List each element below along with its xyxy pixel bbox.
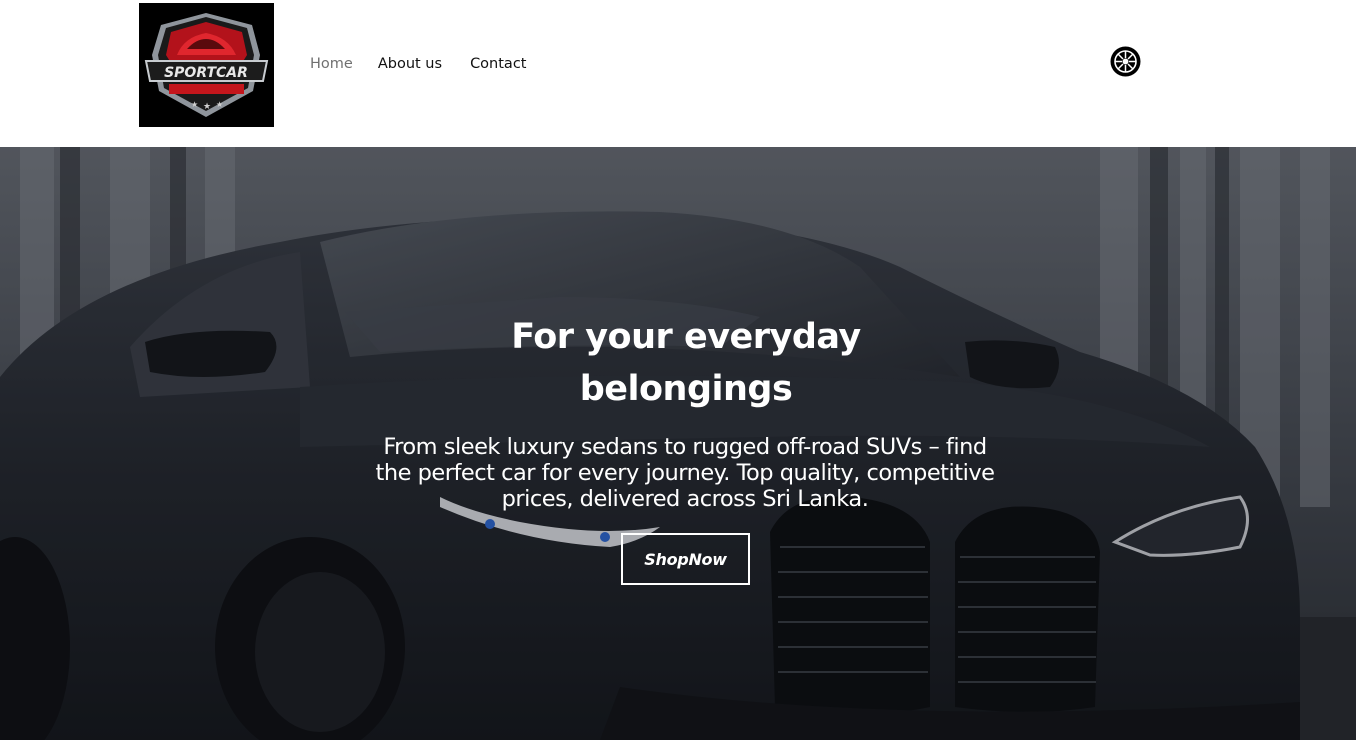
nav-about-us[interactable]: About us (378, 56, 442, 72)
svg-text:★: ★ (216, 100, 223, 109)
main-nav: Home About us Contact (310, 56, 554, 72)
svg-text:★: ★ (191, 100, 198, 109)
shop-now-button[interactable]: ShopNow (621, 533, 750, 585)
hero-title: For your everyday belongings (511, 317, 861, 409)
svg-text:★: ★ (203, 102, 211, 112)
wheel-icon[interactable] (1110, 46, 1141, 77)
hero-subtitle: From sleek luxury sedans to rugged off-r… (375, 434, 995, 512)
sportcar-logo[interactable]: SPORTCAR ★ ★ ★ (139, 3, 274, 127)
nav-home[interactable]: Home (310, 56, 353, 72)
site-header: SPORTCAR ★ ★ ★ Home About us Contact (0, 0, 1356, 147)
hero-content: For your everyday belongings From sleek … (0, 147, 1356, 740)
nav-contact[interactable]: Contact (470, 56, 526, 72)
logo-graphic: SPORTCAR ★ ★ ★ (139, 3, 274, 127)
logo-wordmark: SPORTCAR (164, 65, 248, 81)
hero-section: For your everyday belongings From sleek … (0, 147, 1356, 740)
